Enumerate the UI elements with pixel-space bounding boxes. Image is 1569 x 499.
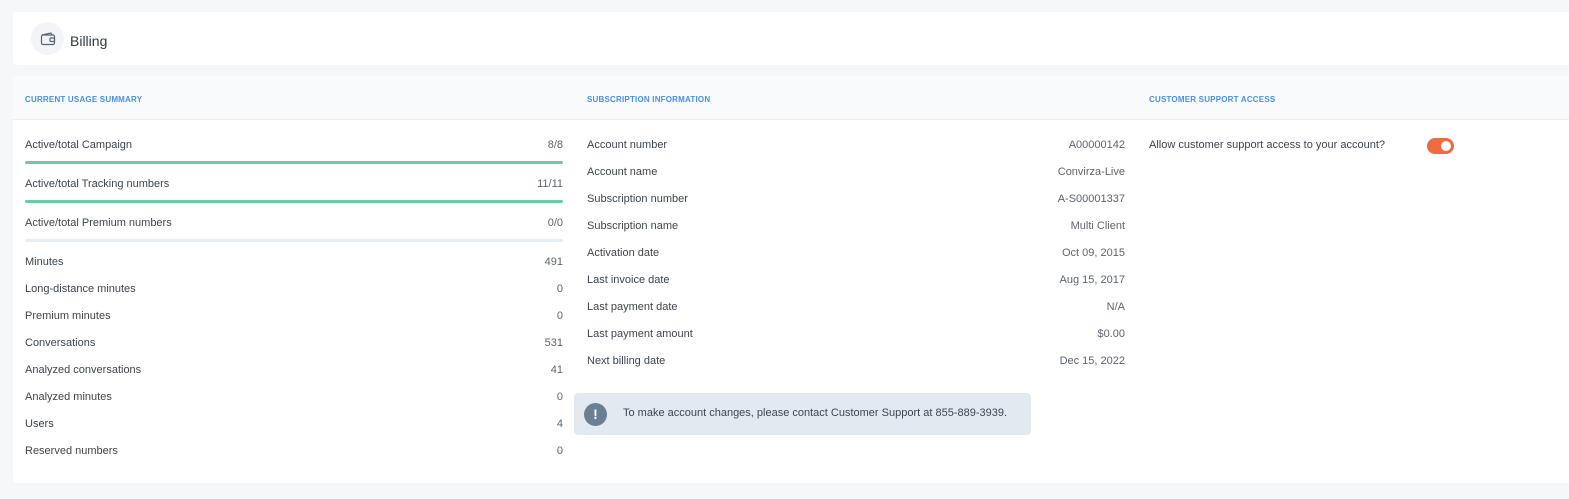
usage-value: 531 (544, 337, 563, 349)
wallet-icon (31, 22, 64, 55)
usage-row: Analyzed conversations 41 (25, 364, 563, 380)
usage-section-title: CURRENT USAGE SUMMARY (25, 95, 143, 104)
subscription-row: Account number A00000142 (587, 139, 1125, 155)
usage-campaign-row: Active/total Campaign 8/8 (25, 139, 563, 155)
usage-label: Active/total Tracking numbers (25, 178, 170, 190)
subscription-label: Account number (587, 139, 668, 151)
subscription-value: Convirza-Live (1057, 166, 1125, 178)
usage-label: Reserved numbers (25, 445, 118, 457)
subscription-value: $0.00 (1097, 328, 1125, 340)
usage-label: Long-distance minutes (25, 283, 136, 295)
usage-premium-row: Active/total Premium numbers 0/0 (25, 217, 563, 233)
subscription-row: Account name Convirza-Live (587, 166, 1125, 182)
usage-label: Minutes (25, 256, 64, 268)
subscription-value: N/A (1106, 301, 1125, 313)
usage-value: 8/8 (547, 139, 563, 151)
campaign-progress-bar (25, 161, 563, 164)
usage-value: 4 (556, 418, 563, 430)
billing-header: Billing (13, 12, 1569, 65)
usage-value: 0 (556, 391, 563, 403)
usage-value: 0 (556, 283, 563, 295)
subscription-row: Next billing date Dec 15, 2022 (587, 355, 1125, 371)
billing-details-card: CURRENT USAGE SUMMARY SUBSCRIPTION INFOR… (13, 76, 1569, 483)
progress-fill (25, 200, 563, 203)
support-section-title: CUSTOMER SUPPORT ACCESS (1149, 95, 1276, 104)
account-change-notice: ! To make account changes, please contac… (574, 393, 1031, 435)
subscription-label: Subscription name (587, 220, 679, 232)
usage-label: Premium minutes (25, 310, 111, 322)
subscription-label: Next billing date (587, 355, 666, 367)
subscription-row: Last payment date N/A (587, 301, 1125, 317)
usage-value: 0 (556, 310, 563, 322)
subscription-label: Last payment amount (587, 328, 693, 340)
subscription-row: Activation date Oct 09, 2015 (587, 247, 1125, 263)
subscription-value: Aug 15, 2017 (1059, 274, 1125, 286)
subscription-label: Last invoice date (587, 274, 670, 286)
toggle-knob[interactable] (1441, 141, 1451, 151)
subscription-section-title: SUBSCRIPTION INFORMATION (587, 95, 711, 104)
usage-row: Long-distance minutes 0 (25, 283, 563, 299)
subscription-label: Activation date (587, 247, 660, 259)
page-title: Billing (70, 33, 108, 49)
usage-row: Minutes 491 (25, 256, 563, 272)
support-access-toggle[interactable] (1427, 138, 1454, 154)
usage-label: Active/total Campaign (25, 139, 132, 151)
usage-row: Conversations 531 (25, 337, 563, 353)
usage-row: Analyzed minutes 0 (25, 391, 563, 407)
subscription-row: Last invoice date Aug 15, 2017 (587, 274, 1125, 290)
usage-label: Analyzed minutes (25, 391, 112, 403)
usage-label: Analyzed conversations (25, 364, 142, 376)
usage-value: 11/11 (537, 178, 563, 190)
usage-row: Users 4 (25, 418, 563, 434)
section-header-bar: CURRENT USAGE SUMMARY SUBSCRIPTION INFOR… (13, 76, 1569, 120)
alert-icon: ! (584, 403, 607, 426)
usage-value: 0/0 (547, 217, 563, 229)
subscription-value: A-S00001337 (1057, 193, 1125, 205)
usage-tracking-row: Active/total Tracking numbers 11/11 (25, 178, 563, 194)
usage-label: Conversations (25, 337, 96, 349)
support-access-question: Allow customer support access to your ac… (1149, 139, 1386, 151)
usage-value: 491 (544, 256, 563, 268)
subscription-value: Dec 15, 2022 (1059, 355, 1125, 367)
usage-row: Reserved numbers 0 (25, 445, 563, 461)
usage-label: Active/total Premium numbers (25, 217, 172, 229)
subscription-label: Account name (587, 166, 658, 178)
subscription-value: Multi Client (1070, 220, 1125, 232)
subscription-value: A00000142 (1068, 139, 1125, 151)
tracking-progress-bar (25, 200, 563, 203)
usage-label: Users (25, 418, 54, 430)
subscription-value: Oct 09, 2015 (1062, 247, 1125, 259)
subscription-label: Subscription number (587, 193, 688, 205)
subscription-row: Last payment amount $0.00 (587, 328, 1125, 344)
progress-fill (25, 161, 563, 164)
subscription-label: Last payment date (587, 301, 678, 313)
subscription-row: Subscription name Multi Client (587, 220, 1125, 236)
usage-row: Premium minutes 0 (25, 310, 563, 326)
premium-progress-bar (25, 239, 563, 242)
subscription-row: Subscription number A-S00001337 (587, 193, 1125, 209)
usage-value: 41 (550, 364, 563, 376)
notice-text: To make account changes, please contact … (623, 407, 1008, 419)
usage-value: 0 (556, 445, 563, 457)
